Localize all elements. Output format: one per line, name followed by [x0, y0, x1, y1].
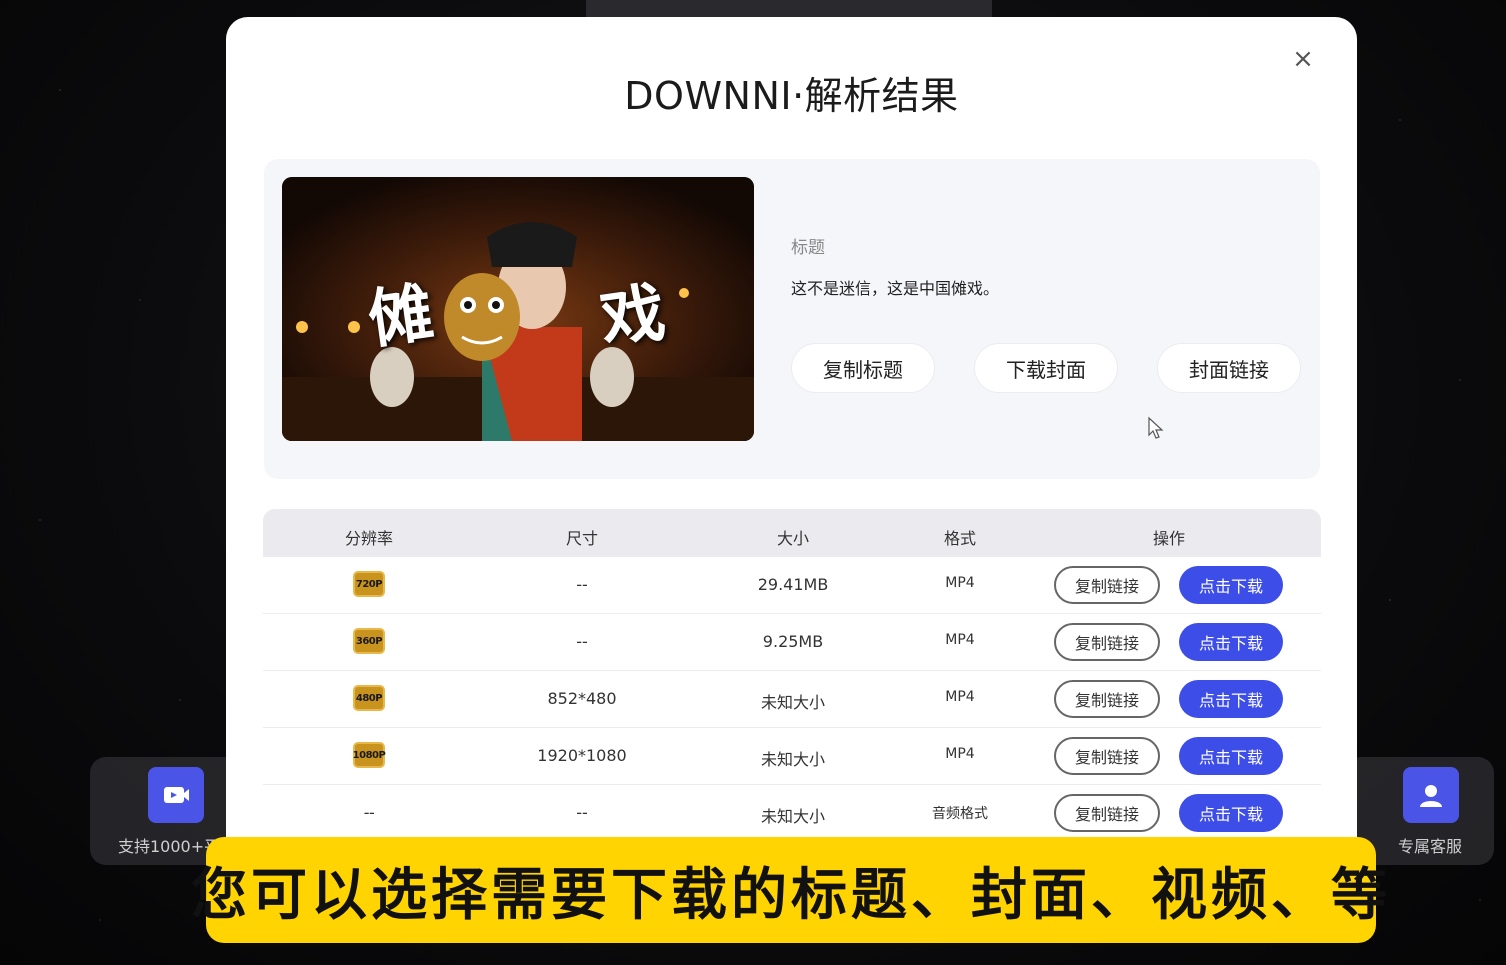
format-cell: MP4: [945, 746, 975, 762]
size-cell: 未知大小: [760, 693, 825, 712]
cover-link-button[interactable]: 封面链接: [1157, 343, 1301, 393]
resolution-badge: 360P: [353, 628, 385, 654]
resolution-badge: 720P: [353, 571, 385, 597]
video-camera-icon: [148, 767, 204, 823]
download-button[interactable]: 点击下载: [1179, 623, 1283, 661]
format-cell: MP4: [945, 689, 975, 705]
download-cover-button[interactable]: 下载封面: [974, 343, 1118, 393]
table-header: 分辨率 尺寸 大小 格式 操作: [263, 509, 1321, 557]
size-cell: 未知大小: [760, 807, 825, 826]
user-icon: [1403, 767, 1459, 823]
format-cell: 音频格式: [932, 806, 988, 822]
table-row: 1080P 1920*1080 未知大小 MP4 复制链接 点击下载: [263, 728, 1321, 785]
dimension-cell: --: [576, 632, 588, 651]
dimension-cell: --: [576, 575, 588, 594]
copy-link-button[interactable]: 复制链接: [1054, 623, 1160, 661]
dimension-cell: --: [576, 803, 588, 822]
resolution-cell: --: [363, 802, 375, 822]
header-dimension: 尺寸: [565, 529, 598, 548]
resolution-badge: 480P: [353, 685, 385, 711]
download-button[interactable]: 点击下载: [1179, 680, 1283, 718]
dimension-cell: 1920*1080: [537, 746, 627, 765]
header-resolution: 分辨率: [344, 529, 393, 548]
download-button[interactable]: 点击下载: [1179, 794, 1283, 832]
result-modal: × DOWNNI·解析结果 傩 戏 标题 这不是迷信，这是中国傩戏。 复制标题 …: [226, 17, 1357, 917]
table-row: -- -- 未知大小 音频格式 复制链接 点击下载: [263, 785, 1321, 842]
header-format: 格式: [943, 529, 976, 548]
resolution-badge: 1080P: [353, 742, 386, 768]
download-button[interactable]: 点击下载: [1179, 566, 1283, 604]
modal-title: DOWNNI·解析结果: [624, 74, 959, 118]
table-row: 480P 852*480 未知大小 MP4 复制链接 点击下载: [263, 671, 1321, 728]
download-button[interactable]: 点击下载: [1179, 737, 1283, 775]
copy-link-button[interactable]: 复制链接: [1054, 566, 1160, 604]
dimension-cell: 852*480: [547, 689, 617, 708]
title-label: 标题: [791, 238, 825, 258]
table-row: 720P -- 29.41MB MP4 复制链接 点击下载: [263, 557, 1321, 614]
video-thumbnail: 傩 戏: [282, 177, 754, 441]
size-cell: 9.25MB: [762, 632, 824, 651]
size-cell: 未知大小: [760, 750, 825, 769]
mouse-cursor-icon: [1148, 416, 1164, 439]
copy-link-button[interactable]: 复制链接: [1054, 680, 1160, 718]
copy-link-button[interactable]: 复制链接: [1054, 737, 1160, 775]
size-cell: 29.41MB: [757, 575, 829, 594]
header-size: 大小: [776, 529, 809, 548]
header-actions: 操作: [1152, 529, 1185, 548]
thumbnail-caption-left: 傩: [363, 274, 438, 359]
subtitle-text: 您可以选择需要下载的标题、封面、视频、等: [191, 862, 1391, 928]
thumbnail-caption-right: 戏: [595, 274, 670, 359]
format-cell: MP4: [945, 632, 975, 648]
table-row: 360P -- 9.25MB MP4 复制链接 点击下载: [263, 614, 1321, 671]
side-label-support: 专属客服: [1398, 837, 1463, 856]
subtitle-banner: 您可以选择需要下载的标题、封面、视频、等: [191, 837, 1387, 943]
format-cell: MP4: [945, 575, 975, 591]
copy-title-button[interactable]: 复制标题: [791, 343, 935, 393]
copy-link-button[interactable]: 复制链接: [1054, 794, 1160, 832]
video-title: 这不是迷信，这是中国傩戏。: [791, 279, 1000, 298]
